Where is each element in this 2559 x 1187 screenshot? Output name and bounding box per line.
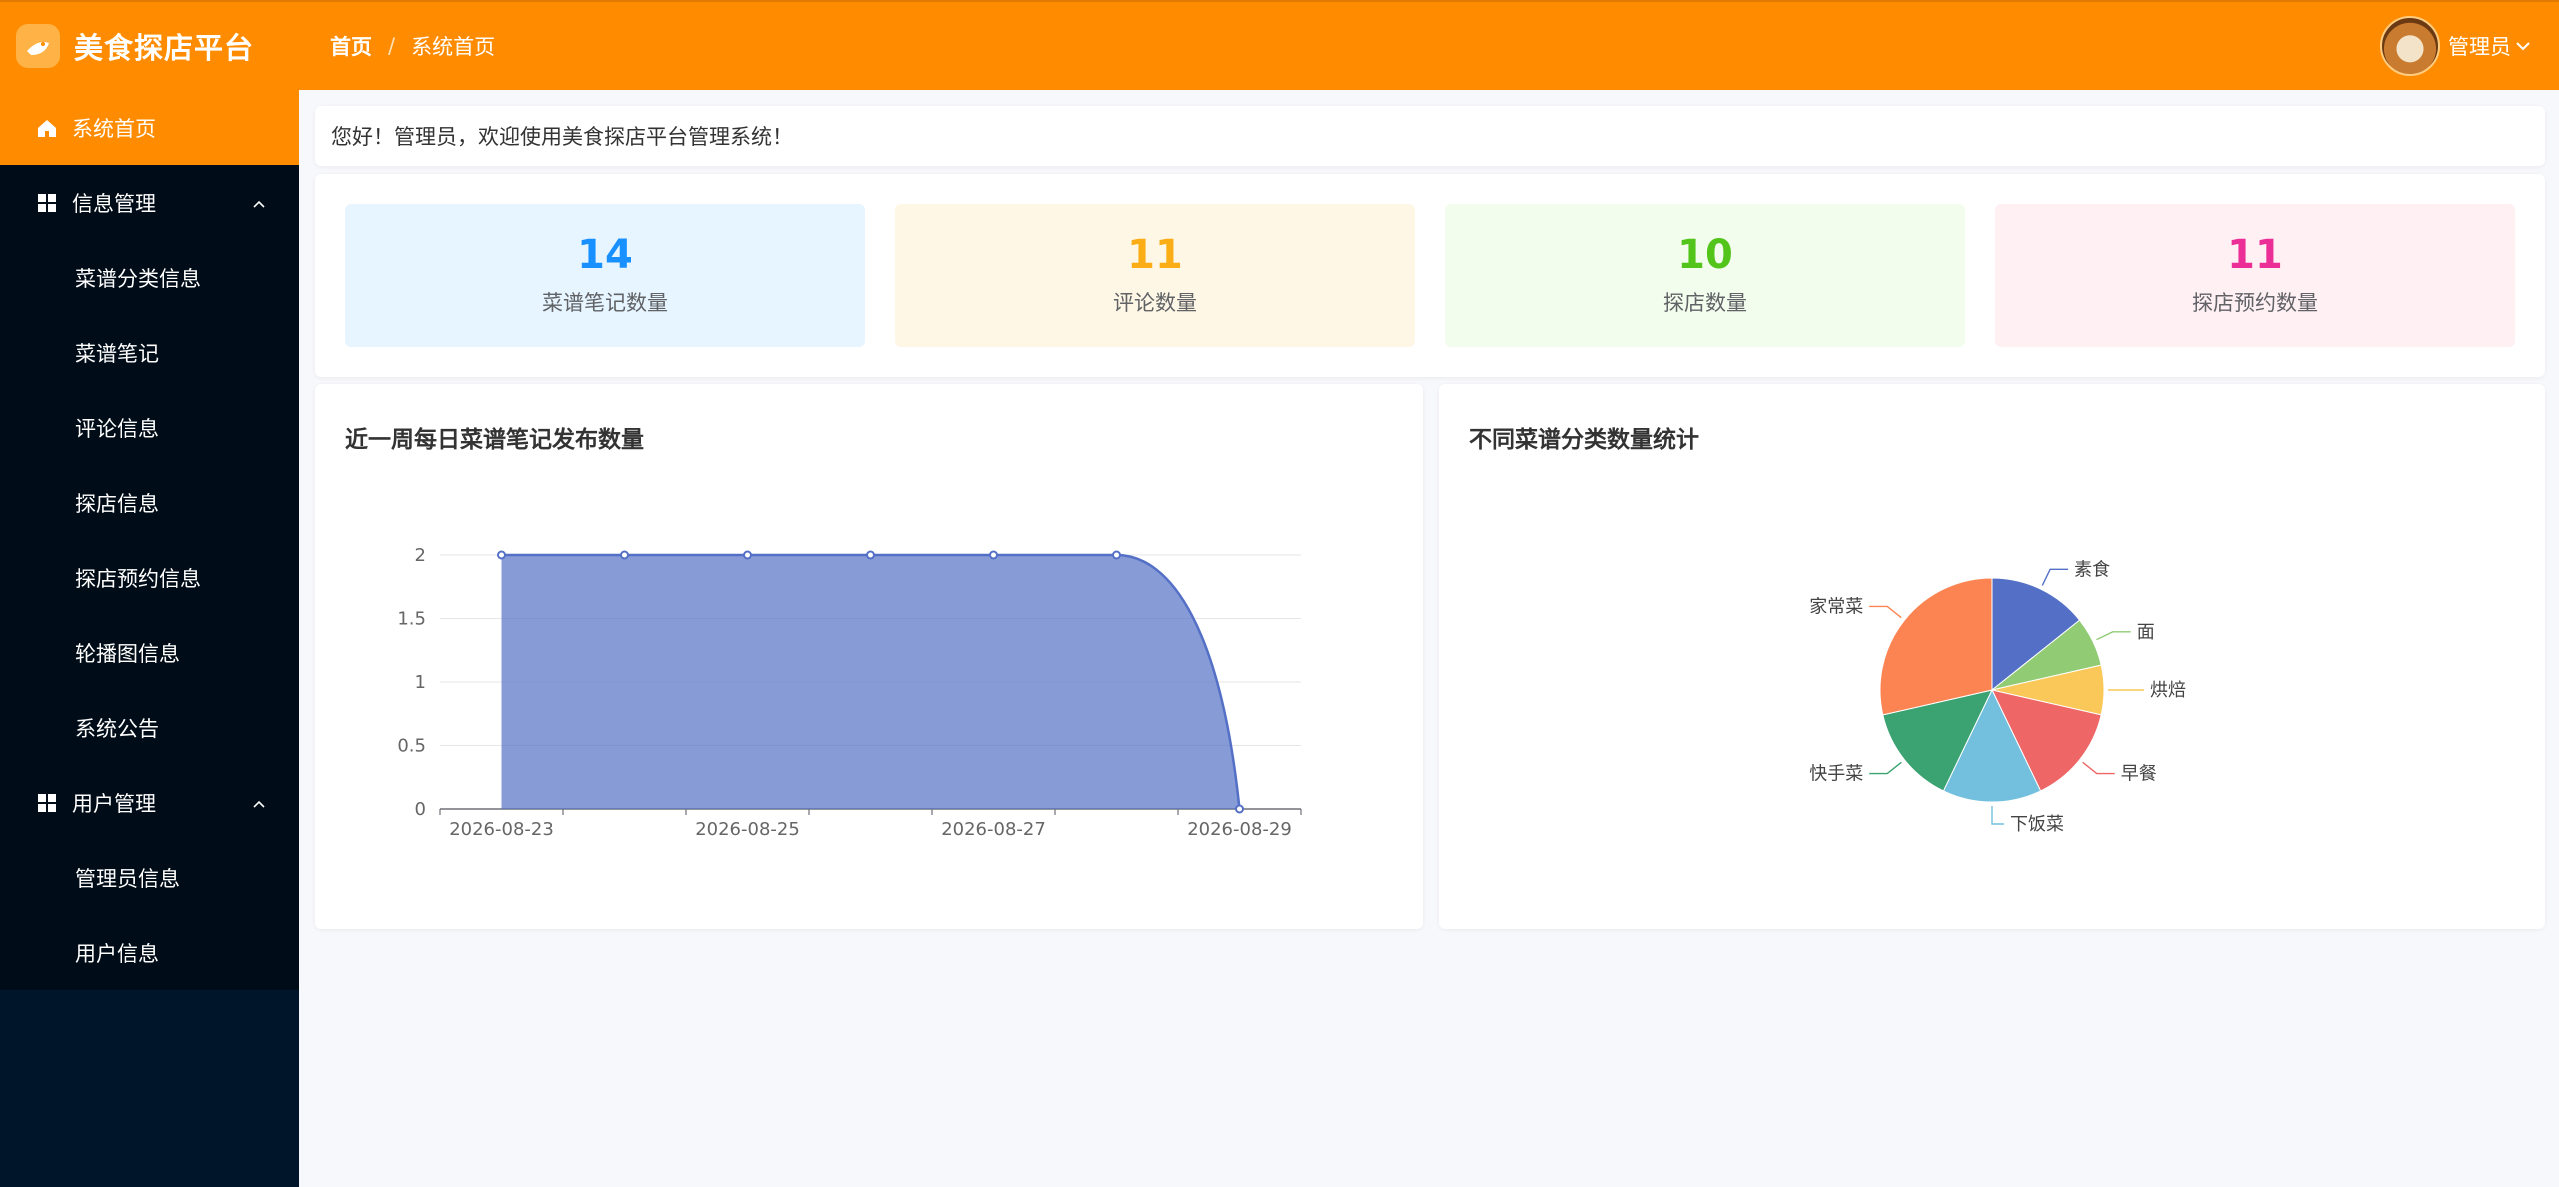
stat-value: 10: [1677, 231, 1733, 278]
logo-area[interactable]: 美食探店平台: [0, 24, 300, 68]
area-fill: [501, 555, 1240, 809]
sidebar-group-user-management[interactable]: 用户管理: [0, 765, 299, 840]
x-tick-label: 2026-08-27: [941, 819, 1046, 840]
sidebar-item-label: 管理员信息: [75, 866, 180, 891]
sidebar-item-home[interactable]: 系统首页: [0, 90, 299, 165]
pie-label: 下饭菜: [2010, 814, 2064, 835]
stat-label: 评论数量: [1113, 290, 1197, 315]
sidebar-item-label: 评论信息: [75, 416, 159, 441]
data-point: [1235, 804, 1244, 814]
app-title: 美食探店平台: [74, 31, 255, 65]
user-menu[interactable]: 管理员: [2380, 16, 2531, 76]
stats-panel: 14 菜谱笔记数量 11 评论数量 10 探店数量 11 探店预约数量: [315, 174, 2545, 377]
pie-chart: 素食面烘焙早餐下饭菜 快手菜 家常菜: [1809, 559, 2186, 835]
stat-label: 探店预约数量: [2192, 290, 2318, 315]
data-point: [743, 550, 752, 560]
sidebar-item-label: 菜谱分类信息: [75, 266, 201, 291]
pie-label: 素食: [2074, 559, 2110, 580]
sidebar-item-label: 菜谱笔记: [75, 341, 159, 366]
sidebar-group-info-management[interactable]: 信息管理: [0, 165, 299, 240]
grid-icon: [36, 192, 58, 214]
breadcrumb-home[interactable]: 首页: [330, 31, 372, 61]
breadcrumb-separator: /: [388, 34, 396, 58]
pie-chart-card: 不同菜谱分类数量统计 素食面烘焙 早餐 下饭菜 快手菜 家常菜: [1439, 384, 2545, 929]
data-point: [1112, 550, 1121, 560]
data-point: [620, 550, 629, 560]
pie-label: 烘焙: [2150, 680, 2186, 701]
stat-card-store-visits: 10 探店数量: [1445, 204, 1965, 347]
sidebar-item-label: 用户信息: [75, 941, 159, 966]
breadcrumb: 首页 / 系统首页: [330, 31, 495, 61]
pie-label: 快手菜: [1809, 764, 1863, 785]
sidebar: 系统首页 信息管理 菜谱分类信息 菜谱笔记 评论信息 探店信息 探店预约信息 轮…: [0, 90, 299, 1187]
sidebar-item-user-info[interactable]: 用户信息: [0, 915, 299, 990]
sidebar-item-visit-reservations[interactable]: 探店预约信息: [0, 540, 299, 615]
stat-card-comments: 11 评论数量: [895, 204, 1415, 347]
grid-icon: [36, 792, 58, 814]
data-point: [989, 550, 998, 560]
logo-icon: [16, 24, 60, 68]
pie-label: 早餐: [2121, 764, 2157, 785]
x-tick-label: 2026-08-25: [695, 819, 800, 840]
breadcrumb-current: 系统首页: [411, 35, 496, 59]
sidebar-item-store-visits[interactable]: 探店信息: [0, 465, 299, 540]
y-tick-label: 2: [415, 545, 426, 566]
pie-label: 家常菜: [1809, 596, 1863, 617]
sidebar-item-recipe-notes[interactable]: 菜谱笔记: [0, 315, 299, 390]
x-tick-label: 2026-08-23: [449, 819, 554, 840]
stat-label: 菜谱笔记数量: [542, 290, 668, 315]
sidebar-item-label: 系统公告: [75, 716, 159, 741]
x-tick-label: 2026-08-29: [1187, 819, 1292, 840]
pie-leader-line: [2096, 631, 2131, 641]
pie-leader-line: [2041, 568, 2069, 586]
pie-leader-line: [1991, 806, 2004, 825]
sidebar-item-label: 用户管理: [72, 791, 156, 816]
line-chart-card: 近一周每日菜谱笔记发布数量 0 0.5 1 1.5 2 2026-08-23 2026-08…: [315, 384, 1423, 929]
pie-label: 面: [2137, 622, 2155, 643]
sidebar-item-admin-info[interactable]: 管理员信息: [0, 840, 299, 915]
sidebar-item-label: 系统首页: [72, 116, 156, 141]
line-chart: 0 0.5 1 1.5 2 2026-08-23 2026-08-25 2026-08-27 2…: [397, 545, 1302, 840]
chevron-up-icon: [251, 791, 267, 815]
y-tick-label: 0.5: [397, 736, 426, 757]
sidebar-item-announcements[interactable]: 系统公告: [0, 690, 299, 765]
sidebar-item-label: 轮播图信息: [75, 641, 180, 666]
sidebar-item-comments[interactable]: 评论信息: [0, 390, 299, 465]
home-icon: [36, 117, 58, 139]
top-header: 美食探店平台 首页 / 系统首页 管理员: [0, 0, 2559, 90]
sidebar-item-label: 信息管理: [72, 191, 156, 216]
sidebar-item-recipe-category[interactable]: 菜谱分类信息: [0, 240, 299, 315]
pie-leader-line: [1869, 605, 1902, 619]
welcome-banner: 您好！管理员，欢迎使用美食探店平台管理系统！: [315, 106, 2545, 166]
y-tick-label: 1.5: [397, 609, 426, 630]
chevron-up-icon: [251, 191, 267, 215]
stat-label: 探店数量: [1663, 290, 1747, 315]
pie-leader-line: [1869, 761, 1902, 775]
stat-value: 11: [1127, 231, 1183, 278]
sidebar-item-label: 探店信息: [75, 491, 159, 516]
user-name[interactable]: 管理员: [2448, 31, 2511, 61]
y-tick-label: 1: [415, 672, 426, 693]
pie-leader-line: [2082, 761, 2115, 775]
stat-card-recipe-notes: 14 菜谱笔记数量: [345, 204, 865, 347]
stat-value: 11: [2227, 231, 2283, 278]
y-tick-label: 0: [415, 799, 426, 820]
sidebar-item-carousel[interactable]: 轮播图信息: [0, 615, 299, 690]
stat-value: 14: [577, 231, 633, 278]
chevron-down-icon[interactable]: [2515, 36, 2531, 57]
stat-card-reservations: 11 探店预约数量: [1995, 204, 2515, 347]
sidebar-item-label: 探店预约信息: [75, 566, 201, 591]
welcome-text: 您好！管理员，欢迎使用美食探店平台管理系统！: [331, 125, 793, 149]
data-point: [866, 550, 875, 560]
avatar[interactable]: [2380, 16, 2440, 76]
data-point: [497, 550, 506, 560]
